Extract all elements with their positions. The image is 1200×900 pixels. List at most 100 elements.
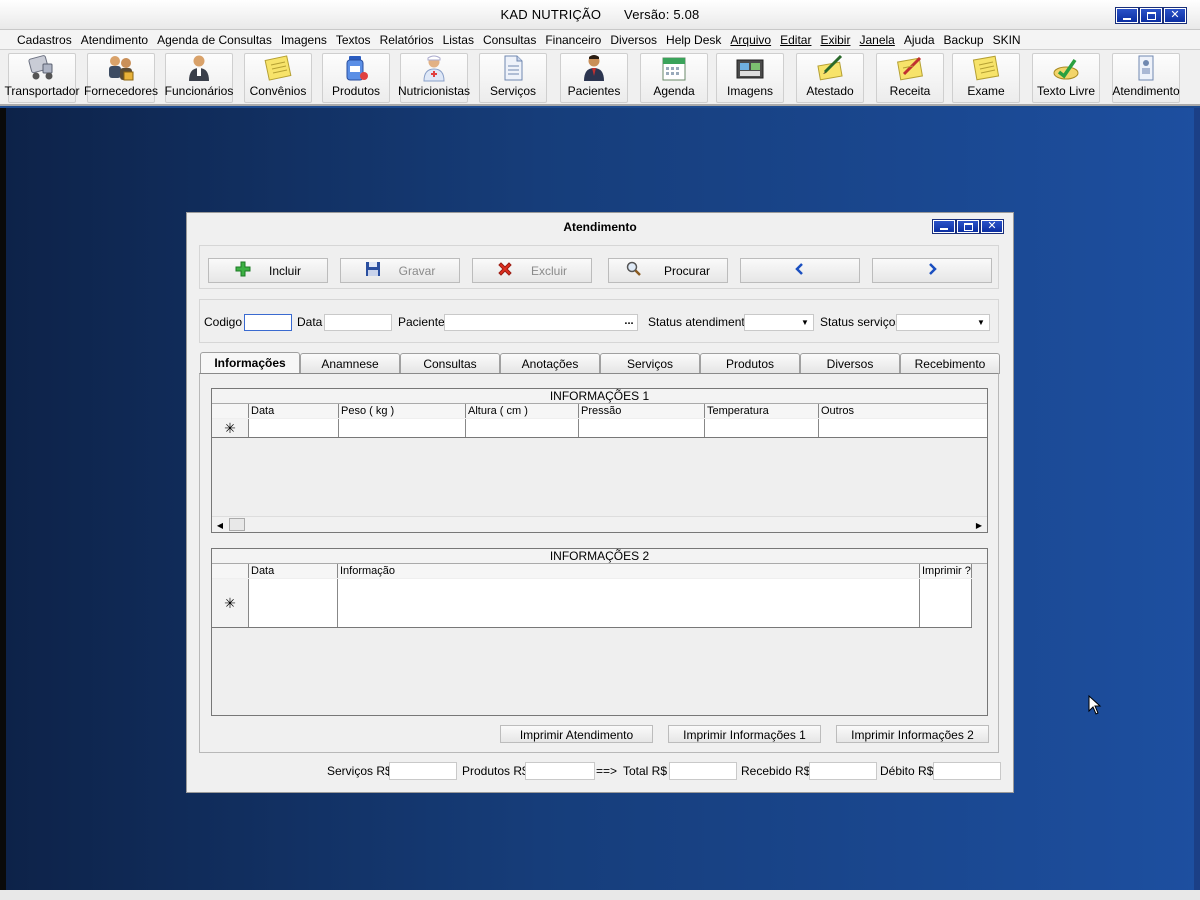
incluir-button[interactable]: Incluir: [208, 258, 328, 283]
tab-servicos[interactable]: Serviços: [600, 353, 700, 374]
tab-anotacoes[interactable]: Anotações: [500, 353, 600, 374]
toolbar-fornecedores-button[interactable]: Fornecedores: [84, 53, 158, 103]
table-cell[interactable]: [466, 419, 579, 437]
recebido-field[interactable]: [809, 762, 877, 780]
column-header-imprimir[interactable]: Imprimir ?: [920, 564, 972, 578]
servicos-total-field[interactable]: [389, 762, 457, 780]
table-cell[interactable]: [819, 419, 987, 437]
menu-relatorios[interactable]: Relatórios: [375, 30, 438, 49]
menu-backup[interactable]: Backup: [939, 30, 988, 49]
menu-agenda-de-consultas[interactable]: Agenda de Consultas: [152, 30, 276, 49]
menu-janela[interactable]: Janela: [854, 30, 898, 49]
menu-skin[interactable]: SKIN: [988, 30, 1025, 49]
codigo-input[interactable]: [244, 314, 292, 331]
produtos-total-label: Produtos R$: [462, 764, 529, 778]
tab-informacoes[interactable]: Informações: [200, 352, 300, 375]
toolbar-pacientes-button[interactable]: Pacientes: [560, 53, 628, 103]
tab-recebimento[interactable]: Recebimento: [900, 353, 1000, 374]
close-button[interactable]: ✕: [1163, 7, 1187, 24]
tab-consultas[interactable]: Consultas: [400, 353, 500, 374]
menu-diversos[interactable]: Diversos: [605, 30, 661, 49]
toolbar-servicos-button[interactable]: Serviços: [479, 53, 547, 103]
menu-exibir[interactable]: Exibir: [815, 30, 854, 49]
scroll-left-icon[interactable]: ◀: [213, 519, 227, 531]
imprimir-atendimento-button[interactable]: Imprimir Atendimento: [500, 725, 653, 743]
column-header-pressao[interactable]: Pressão: [579, 404, 705, 418]
toolbar-receita-button[interactable]: Receita: [876, 53, 944, 103]
toolbar-agenda-button[interactable]: Agenda: [640, 53, 708, 103]
toolbar-atendimento-button[interactable]: Atendimento: [1112, 53, 1180, 103]
total-label: Total R$: [623, 764, 668, 778]
child-close-button[interactable]: ✕: [980, 219, 1004, 234]
excluir-button[interactable]: Excluir: [472, 258, 592, 283]
next-record-button[interactable]: [872, 258, 992, 283]
data-input[interactable]: [324, 314, 392, 331]
column-header-temperatura[interactable]: Temperatura: [705, 404, 819, 418]
table-row-new[interactable]: ✳: [212, 579, 972, 628]
toolbar-funcionarios-button[interactable]: Funcionários: [165, 53, 233, 103]
chevron-left-icon: [793, 262, 807, 279]
toolbar-exame-button[interactable]: Exame: [952, 53, 1020, 103]
table-cell[interactable]: [249, 579, 338, 627]
minimize-button[interactable]: [1115, 7, 1139, 24]
menu-consultas[interactable]: Consultas: [478, 30, 540, 49]
toolbar-imagens-button[interactable]: Imagens: [716, 53, 784, 103]
menu-imagens[interactable]: Imagens: [276, 30, 331, 49]
toolbar-label: Agenda: [653, 84, 695, 98]
child-maximize-button[interactable]: [956, 219, 980, 234]
toolbar-nutricionistas-button[interactable]: Nutricionistas: [398, 53, 470, 103]
toolbar-label: Funcionários: [164, 84, 234, 98]
debito-field[interactable]: [933, 762, 1001, 780]
table-cell[interactable]: [249, 419, 339, 437]
column-header-informacao[interactable]: Informação: [338, 564, 920, 578]
menu-editar[interactable]: Editar: [775, 30, 815, 49]
status-atendimento-select[interactable]: ▼: [744, 314, 814, 331]
table-cell[interactable]: [339, 419, 466, 437]
total-field[interactable]: [669, 762, 737, 780]
row-indicator-header: [212, 404, 249, 418]
imprimir-informacoes-2-button[interactable]: Imprimir Informações 2: [836, 725, 989, 743]
menu-cadastros[interactable]: Cadastros: [12, 30, 76, 49]
column-header-peso[interactable]: Peso ( kg ): [339, 404, 466, 418]
toolbar-transportador-button[interactable]: Transportador: [5, 53, 79, 103]
table-cell[interactable]: [920, 579, 972, 627]
table-row-new[interactable]: ✳: [212, 419, 987, 438]
procurar-button[interactable]: Procurar: [608, 258, 728, 283]
menu-help-desk[interactable]: Help Desk: [661, 30, 725, 49]
toolbar-convenios-button[interactable]: Convênios: [244, 53, 312, 103]
gravar-button[interactable]: Gravar: [340, 258, 460, 283]
column-header-altura[interactable]: Altura ( cm ): [466, 404, 579, 418]
informacoes-1-grid[interactable]: INFORMAÇÕES 1 Data Peso ( kg ) Altura ( …: [211, 388, 988, 533]
column-header-data[interactable]: Data: [249, 404, 339, 418]
column-header-data[interactable]: Data: [249, 564, 338, 578]
toolbar-produtos-button[interactable]: Produtos: [322, 53, 390, 103]
status-servicos-select[interactable]: ▼: [896, 314, 990, 331]
produtos-total-field[interactable]: [525, 762, 595, 780]
table-cell[interactable]: [338, 579, 920, 627]
previous-record-button[interactable]: [740, 258, 860, 283]
child-minimize-button[interactable]: [932, 219, 956, 234]
menu-financeiro[interactable]: Financeiro: [540, 30, 605, 49]
column-header-outros[interactable]: Outros: [819, 404, 987, 418]
tab-diversos[interactable]: Diversos: [800, 353, 900, 374]
tab-anamnese[interactable]: Anamnese: [300, 353, 400, 374]
menu-arquivo[interactable]: Arquivo: [725, 30, 775, 49]
table-cell[interactable]: [705, 419, 819, 437]
tab-produtos[interactable]: Produtos: [700, 353, 800, 374]
maximize-button[interactable]: [1139, 7, 1163, 24]
toolbar-texto-livre-button[interactable]: Texto Livre: [1032, 53, 1100, 103]
menu-listas[interactable]: Listas: [438, 30, 478, 49]
table-cell[interactable]: [579, 419, 705, 437]
scroll-right-icon[interactable]: ▶: [972, 519, 986, 531]
status-servicos-label: Status serviços: [820, 315, 902, 329]
menu-textos[interactable]: Textos: [331, 30, 375, 49]
scrollbar-thumb[interactable]: [229, 518, 245, 531]
horizontal-scrollbar[interactable]: ◀ ▶: [212, 516, 987, 532]
paciente-lookup-button[interactable]: ...: [621, 313, 637, 328]
informacoes-2-grid[interactable]: INFORMAÇÕES 2 Data Informação Imprimir ?…: [211, 548, 988, 716]
menu-atendimento[interactable]: Atendimento: [76, 30, 152, 49]
menu-ajuda[interactable]: Ajuda: [899, 30, 939, 49]
paciente-input[interactable]: ...: [444, 314, 638, 331]
imprimir-informacoes-1-button[interactable]: Imprimir Informações 1: [668, 725, 821, 743]
toolbar-atestado-button[interactable]: Atestado: [796, 53, 864, 103]
